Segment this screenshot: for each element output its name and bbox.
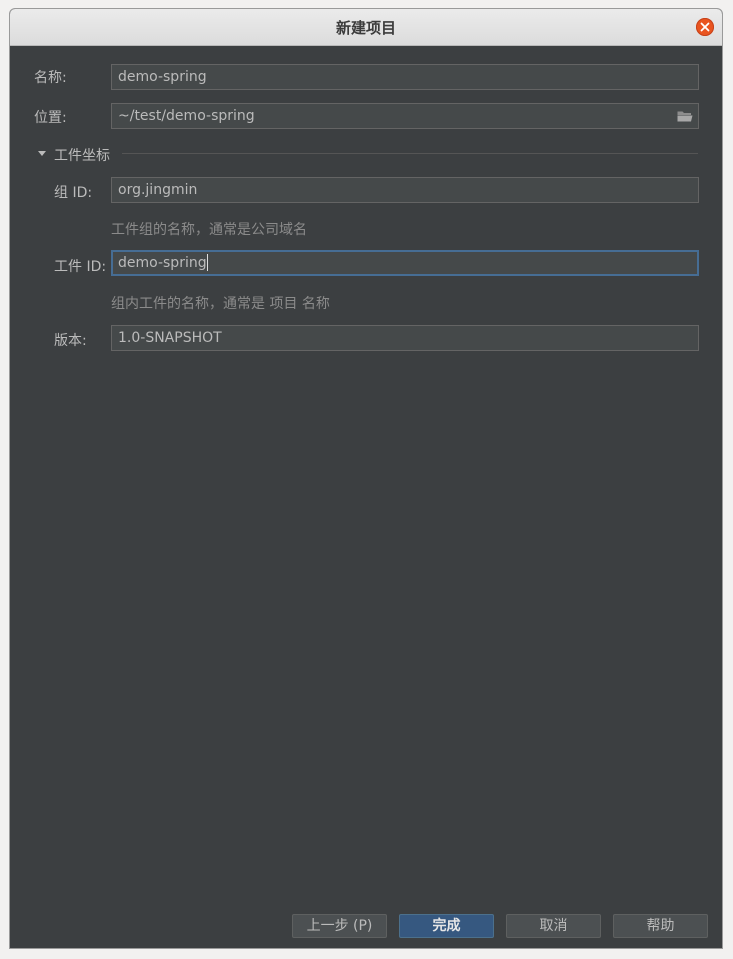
collapse-triangle-icon[interactable] xyxy=(38,151,46,156)
artifact-id-hint: 组内工件的名称，通常是 项目 名称 xyxy=(111,296,330,312)
previous-button[interactable]: 上一步 (P) xyxy=(292,914,387,938)
location-input-value: ~/test/demo-spring xyxy=(118,108,255,124)
text-caret xyxy=(206,253,208,271)
artifact-id-label: 工件 ID: xyxy=(54,259,107,275)
group-id-input-value: org.jingmin xyxy=(118,182,198,198)
finish-button[interactable]: 完成 xyxy=(399,914,494,938)
name-input-value: demo-spring xyxy=(118,69,207,85)
close-button[interactable] xyxy=(696,18,714,36)
artifact-id-input[interactable]: demo-spring xyxy=(111,250,699,276)
group-id-input[interactable]: org.jingmin xyxy=(111,177,699,203)
help-button[interactable]: 帮助 xyxy=(613,914,708,938)
version-input[interactable]: 1.0-SNAPSHOT xyxy=(111,325,699,351)
dialog-title: 新建项目 xyxy=(335,19,396,37)
artifact-id-input-value: demo-spring xyxy=(118,255,207,271)
version-input-value: 1.0-SNAPSHOT xyxy=(118,330,222,346)
name-label: 名称: xyxy=(34,70,67,86)
artifact-section-title[interactable]: 工件坐标 xyxy=(54,145,110,165)
title-bar[interactable]: 新建项目 xyxy=(10,9,722,46)
location-input[interactable]: ~/test/demo-spring xyxy=(111,103,699,129)
location-label: 位置: xyxy=(34,110,67,126)
new-project-dialog: 新建项目 名称: demo-spring 位置: ~/test/demo-spr… xyxy=(9,8,723,949)
cancel-button[interactable]: 取消 xyxy=(506,914,601,938)
section-divider xyxy=(122,153,698,154)
close-icon xyxy=(700,22,710,32)
group-id-label: 组 ID: xyxy=(54,185,93,201)
version-label: 版本: xyxy=(54,333,87,349)
group-id-hint: 工件组的名称，通常是公司域名 xyxy=(111,222,307,238)
name-input[interactable]: demo-spring xyxy=(111,64,699,90)
folder-open-icon[interactable] xyxy=(677,110,693,122)
